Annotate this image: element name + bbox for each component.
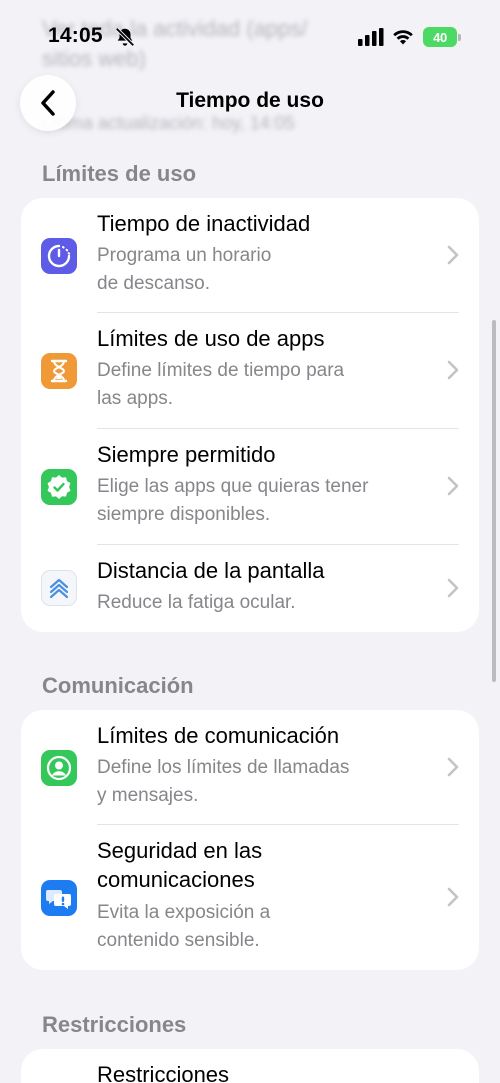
- row-communication-safety[interactable]: Seguridad en las comunicaciones Evita la…: [21, 825, 479, 970]
- status-time: 14:05: [48, 24, 103, 47]
- section-header-communication: Comunicación: [42, 673, 194, 698]
- row-subtitle: contenido sensible.: [97, 930, 260, 951]
- chevron-right-icon: [447, 245, 459, 265]
- row-title: Límites de comunicación: [97, 723, 340, 748]
- chevron-right-icon: [447, 476, 459, 496]
- section-header-restrictions: Restricciones: [42, 1012, 187, 1037]
- row-subtitle: Define los límites de llamadas: [97, 757, 350, 778]
- row-always-allowed[interactable]: Siempre permitido Elige las apps que qui…: [21, 429, 479, 545]
- wifi-icon: [393, 30, 413, 45]
- row-title: Siempre permitido: [97, 442, 276, 467]
- chevron-right-icon: [447, 360, 459, 380]
- row-title: Seguridad en las: [97, 838, 263, 863]
- row-screen-distance[interactable]: Distancia de la pantalla Reduce la fatig…: [21, 545, 479, 632]
- hourglass-icon: [41, 353, 77, 389]
- row-subtitle: y mensajes.: [97, 785, 199, 806]
- row-subtitle: de descanso.: [97, 273, 211, 294]
- person-circle-icon: [41, 750, 77, 786]
- chevron-right-icon: [447, 887, 459, 907]
- row-title: comunicaciones: [97, 867, 255, 892]
- communication-card: Límites de comunicación Define los límit…: [21, 710, 479, 970]
- row-subtitle: Elige las apps que quieras tener: [97, 476, 369, 497]
- row-title: Límites de uso de apps: [97, 326, 325, 351]
- row-subtitle: Programa un horario: [97, 245, 272, 266]
- row-subtitle: Define límites de tiempo para: [97, 360, 345, 381]
- row-subtitle: Reduce la fatiga ocular.: [97, 592, 296, 613]
- row-app-limits[interactable]: Límites de uso de apps Define límites de…: [21, 313, 479, 429]
- row-communication-limits[interactable]: Límites de comunicación Define los límit…: [21, 710, 479, 825]
- row-subtitle: siempre disponibles.: [97, 504, 271, 525]
- chat-bubble-exclamation-icon: [41, 880, 77, 916]
- battery-indicator: 40: [423, 27, 461, 47]
- row-subtitle: Evita la exposición a: [97, 902, 271, 923]
- battery-cap: [458, 34, 461, 41]
- row-downtime[interactable]: Tiempo de inactividad Programa un horari…: [21, 198, 479, 313]
- page-title: Tiempo de uso: [176, 89, 324, 112]
- scrollbar[interactable]: [492, 320, 496, 682]
- limits-card: Tiempo de inactividad Programa un horari…: [21, 198, 479, 632]
- cellular-signal-icon: [358, 28, 384, 46]
- chevron-right-icon: [447, 578, 459, 598]
- section-header-limits: Límites de uso: [42, 161, 197, 186]
- chevron-right-icon: [447, 757, 459, 777]
- restrictions-card: Restricciones: [21, 1049, 479, 1083]
- chevron-left-icon: [41, 90, 55, 116]
- row-title: Restricciones: [97, 1062, 230, 1083]
- status-bar: 14:05 40: [0, 0, 500, 72]
- back-button[interactable]: [20, 75, 76, 131]
- row-title: Tiempo de inactividad: [97, 211, 311, 236]
- bell-slash-icon: [115, 27, 135, 47]
- checkmark-seal-icon: [41, 469, 77, 505]
- screen: Ver toda la actividad (apps/ sitios web)…: [0, 0, 500, 1083]
- row-title: Distancia de la pantalla: [97, 558, 325, 583]
- row-restrictions[interactable]: Restricciones: [21, 1049, 479, 1083]
- battery-level: 40: [423, 27, 457, 47]
- screen-distance-icon: [41, 570, 77, 606]
- row-subtitle: las apps.: [97, 388, 174, 409]
- downtime-icon: [41, 238, 77, 274]
